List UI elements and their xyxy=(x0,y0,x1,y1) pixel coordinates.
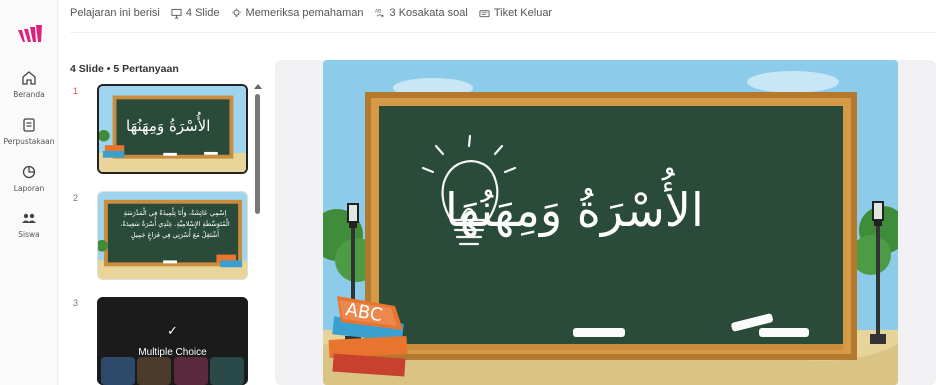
exit-ticket-chip: Tiket Keluar xyxy=(479,7,552,19)
check-understanding-text: Memeriksa pemahaman xyxy=(245,7,364,19)
slide-question-count: 4 Slide • 5 Pertanyaan xyxy=(70,63,179,75)
slide-number: 2 xyxy=(73,193,79,203)
slide-list-scrollbar[interactable] xyxy=(254,84,262,384)
slide-thumbnail-3[interactable]: ✓ Multiple Choice xyxy=(97,297,248,385)
check-icon: ✓ xyxy=(167,323,178,338)
vocab-text: 3 Kosakata soal xyxy=(389,7,468,19)
slide-1-title: الأُسْرَةُ وَمِهَنُهَا xyxy=(126,117,211,135)
sidebar: Beranda Perpustakaan Laporan Siswa xyxy=(0,0,58,385)
slide-2-text: اِسْمِي عَائِشَةُ، وَأَنَا تِلْمِيذَةٌ ف… xyxy=(120,209,230,239)
library-icon xyxy=(23,118,35,132)
multiple-choice-background xyxy=(97,297,248,385)
check-understanding-chip: Memeriksa pemahaman xyxy=(231,7,364,19)
brand-logo[interactable] xyxy=(17,24,43,44)
reports-icon xyxy=(22,165,36,179)
lesson-info-intro: Pelajaran ini berisi xyxy=(70,7,160,19)
svg-text:AB: AB xyxy=(375,8,381,14)
slide-thumbnail-2[interactable]: اِسْمِي عَائِشَةُ، وَأَنَا تِلْمِيذَةٌ ف… xyxy=(97,191,248,280)
nav-label: Siswa xyxy=(18,230,40,239)
nav-item-students[interactable]: Siswa xyxy=(0,210,58,239)
vocab-chip: AB 3 Kosakata soal xyxy=(375,7,468,19)
app: Beranda Perpustakaan Laporan Siswa Pelaj… xyxy=(0,0,936,385)
presentation-icon xyxy=(171,8,182,19)
slides-count-text: 4 Slide xyxy=(185,7,220,19)
nav-label: Laporan xyxy=(13,184,45,193)
nav-item-home[interactable]: Beranda xyxy=(0,70,58,99)
lightbulb-icon xyxy=(231,7,241,17)
home-icon xyxy=(22,71,36,85)
exit-ticket-text: Tiket Keluar xyxy=(493,7,553,19)
slide-preview[interactable]: ABC الأُسْرَةُ وَمِهَنُهَا xyxy=(323,60,898,385)
nav-item-reports[interactable]: Laporan xyxy=(0,164,58,193)
multiple-choice-label: Multiple Choice xyxy=(138,347,207,358)
scrollbar-thumb[interactable] xyxy=(255,94,260,214)
slide-thumbnail-1[interactable]: الأُسْرَةُ وَمِهَنُهَا xyxy=(97,84,248,174)
vocabulary-icon: AB xyxy=(375,8,384,17)
slide-title: الأُسْرَةُ وَمِهَنُهَا xyxy=(445,183,704,237)
students-icon xyxy=(22,213,36,223)
lesson-info-bar: Pelajaran ini berisi 4 Slide Memeriksa p… xyxy=(70,6,552,20)
nav-label: Perpustakaan xyxy=(3,137,55,146)
scroll-up-arrow-icon[interactable] xyxy=(254,84,262,89)
nav-label: Beranda xyxy=(13,90,45,99)
slide-number: 3 xyxy=(73,298,79,308)
ticket-icon xyxy=(479,9,490,17)
slides-count-chip: 4 Slide xyxy=(171,7,220,19)
slide-number: 1 xyxy=(73,86,79,96)
divider xyxy=(70,32,936,33)
nav-item-library[interactable]: Perpustakaan xyxy=(0,117,58,146)
